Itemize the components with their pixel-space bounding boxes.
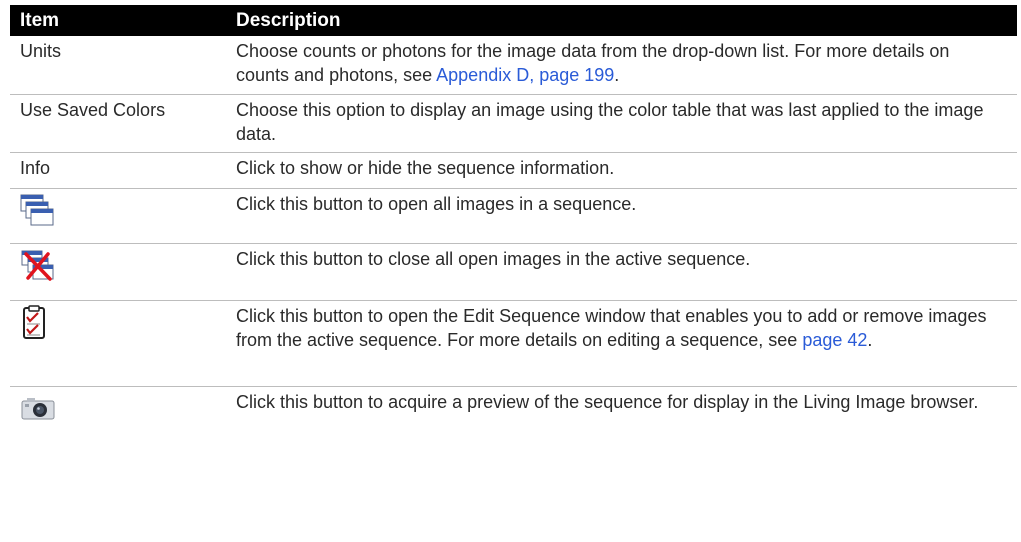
table-row: Click this button to open all images in … xyxy=(10,188,1017,244)
reference-table: Item Description Units Choose counts or … xyxy=(10,5,1017,447)
camera-preview-icon[interactable] xyxy=(20,391,56,425)
description-text-end: . xyxy=(867,330,873,350)
item-cell xyxy=(10,300,228,387)
description-cell: Choose this option to display an image u… xyxy=(228,94,1017,153)
edit-sequence-clipboard-icon[interactable] xyxy=(20,305,56,339)
item-cell: Use Saved Colors xyxy=(10,94,228,153)
item-cell: Info xyxy=(10,152,228,189)
description-cell: Click this button to open all images in … xyxy=(228,188,1017,244)
description-cell: Click this button to acquire a preview o… xyxy=(236,392,979,412)
item-cell xyxy=(10,188,228,244)
item-cell xyxy=(10,243,228,301)
header-description: Description xyxy=(228,5,1017,36)
table-row: Click this button to close all open imag… xyxy=(10,243,1017,301)
close-all-windows-icon[interactable] xyxy=(20,248,56,282)
header-item: Item xyxy=(10,5,228,36)
description-text: Click this button to open the Edit Seque… xyxy=(236,306,987,350)
description-cell: Click to show or hide the sequence infor… xyxy=(228,152,1017,189)
table-row: Units Choose counts or photons for the i… xyxy=(10,36,1017,95)
page-42-link[interactable]: page 42 xyxy=(802,330,867,350)
description-cell: Choose counts or photons for the image d… xyxy=(228,36,1017,95)
item-cell: Units xyxy=(10,36,228,95)
description-cell: Click this button to open the Edit Seque… xyxy=(228,300,1017,387)
appendix-d-link[interactable]: Appendix D, page 199 xyxy=(436,65,614,85)
table-header-row: Item Description xyxy=(10,5,1017,36)
item-cell xyxy=(10,387,228,448)
open-all-windows-icon[interactable] xyxy=(20,193,56,227)
description-cell: Click this button to close all open imag… xyxy=(228,243,1017,301)
table-row: Click this button to acquire a preview o… xyxy=(10,387,1017,448)
table-row: Use Saved Colors Choose this option to d… xyxy=(10,94,1017,153)
table-row: Info Click to show or hide the sequence … xyxy=(10,152,1017,189)
table-row: Click this button to open the Edit Seque… xyxy=(10,300,1017,387)
description-text-end: . xyxy=(614,65,620,85)
